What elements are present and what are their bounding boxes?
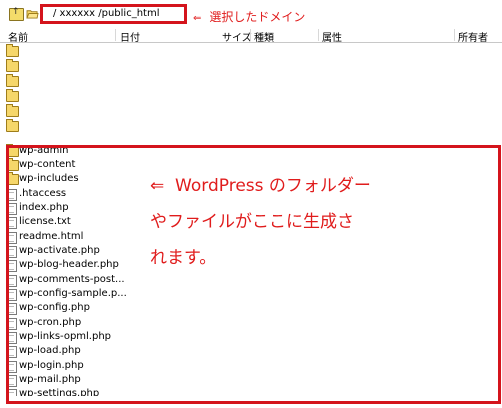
column-date[interactable]: 日付 [120, 29, 140, 44]
file-icon [7, 232, 17, 244]
item-name: wp-cron.php [19, 317, 82, 328]
item-name: wp-comments-post... [19, 274, 125, 285]
folder-icon [6, 144, 19, 157]
file-icon [7, 318, 17, 330]
item-name: wp-blog-header.php [19, 259, 119, 270]
list-item[interactable]: wp-activate.php [0, 245, 140, 259]
list-item[interactable]: index.php [0, 202, 140, 216]
list-item[interactable]: wp-mail.php [0, 374, 140, 388]
folder-icon [6, 158, 19, 171]
callout-line-2: やファイルがここに生成さ [150, 212, 354, 232]
list-item[interactable] [0, 74, 140, 89]
domain-annotation: ⇐ 選択したドメイン [193, 8, 305, 25]
item-name: wp-load.php [19, 345, 81, 356]
list-item[interactable]: wp-config-sample.p... [0, 288, 140, 302]
folder-icon [6, 89, 19, 102]
list-item[interactable]: wp-content [0, 158, 140, 173]
callout-line-3: れます。 [150, 248, 217, 268]
file-icon [7, 332, 17, 344]
item-name: wp-config.php [19, 302, 90, 313]
list-item[interactable]: wp-config.php [0, 302, 140, 316]
item-name: wp-links-opml.php [19, 331, 112, 342]
column-header: 名前 日付 サイズ 種類 属性 所有者 [0, 28, 502, 44]
column-divider [318, 29, 319, 41]
item-name: wp-includes [19, 173, 79, 184]
list-item[interactable]: wp-comments-post... [0, 274, 140, 288]
column-name[interactable]: 名前 [8, 29, 28, 44]
list-item[interactable]: wp-includes [0, 172, 140, 187]
list-item[interactable]: license.txt [0, 216, 140, 230]
folder-icon [6, 59, 19, 72]
item-name: license.txt [19, 216, 71, 227]
column-owner[interactable]: 所有者 [458, 29, 488, 44]
path-input[interactable]: / xxxxxx /public_html [40, 4, 187, 24]
list-item[interactable]: .htaccess [0, 188, 140, 202]
file-icon [7, 346, 17, 358]
folder-icon [6, 104, 19, 117]
list-item[interactable]: wp-admin [0, 144, 140, 159]
file-icon [7, 389, 17, 396]
item-name: wp-mail.php [19, 374, 81, 385]
list-item[interactable] [0, 59, 140, 74]
item-name: wp-login.php [19, 360, 84, 371]
folder-icon [6, 119, 19, 132]
item-name: index.php [19, 202, 69, 213]
file-icon [7, 203, 17, 215]
column-type[interactable]: 種類 [254, 29, 274, 44]
item-name: wp-config-sample.p... [19, 288, 127, 299]
domain-annotation-text: 選択したドメイン [209, 10, 306, 24]
list-item[interactable]: wp-cron.php [0, 317, 140, 331]
item-name: wp-activate.php [19, 245, 100, 256]
column-divider [454, 29, 455, 41]
file-icon [7, 289, 17, 301]
folder-icon [6, 44, 19, 57]
list-item[interactable] [0, 44, 140, 59]
left-arrow-icon: ⇐ [193, 13, 202, 24]
item-name: wp-settings.php [19, 388, 100, 396]
file-icon [7, 260, 17, 272]
list-item[interactable]: readme.html [0, 231, 140, 245]
list-item[interactable]: wp-settings.php [0, 388, 140, 396]
file-icon [7, 189, 17, 201]
path-text: / xxxxxx /public_html [53, 8, 160, 19]
item-name: .htaccess [19, 188, 67, 199]
file-icon [7, 303, 17, 315]
parent-folder-icon[interactable]: ↑ [9, 7, 24, 21]
list-item[interactable] [0, 119, 140, 134]
file-icon [7, 217, 17, 229]
file-icon [7, 375, 17, 387]
item-name: wp-admin [19, 145, 69, 156]
list-item[interactable]: wp-load.php [0, 345, 140, 359]
list-item[interactable]: wp-login.php [0, 360, 140, 374]
list-item[interactable]: wp-blog-header.php [0, 259, 140, 273]
file-icon [7, 361, 17, 373]
column-size[interactable]: サイズ [222, 29, 252, 44]
open-folder-icon[interactable] [26, 8, 39, 19]
list-item[interactable] [0, 89, 140, 104]
folder-icon [6, 74, 19, 87]
column-divider [115, 29, 116, 41]
item-name: readme.html [19, 231, 84, 242]
file-icon [7, 246, 17, 258]
file-icon [7, 275, 17, 287]
callout-line-1: ⇐ WordPress のフォルダー [150, 176, 371, 196]
list-item[interactable] [0, 104, 140, 119]
item-name: wp-content [19, 159, 76, 170]
list-item[interactable]: wp-links-opml.php [0, 331, 140, 345]
column-attr[interactable]: 属性 [322, 29, 342, 44]
column-divider [250, 29, 251, 41]
toolbar: ↑ / xxxxxx /public_html ⇐ 選択したドメイン [0, 0, 502, 28]
folder-icon [6, 172, 19, 185]
